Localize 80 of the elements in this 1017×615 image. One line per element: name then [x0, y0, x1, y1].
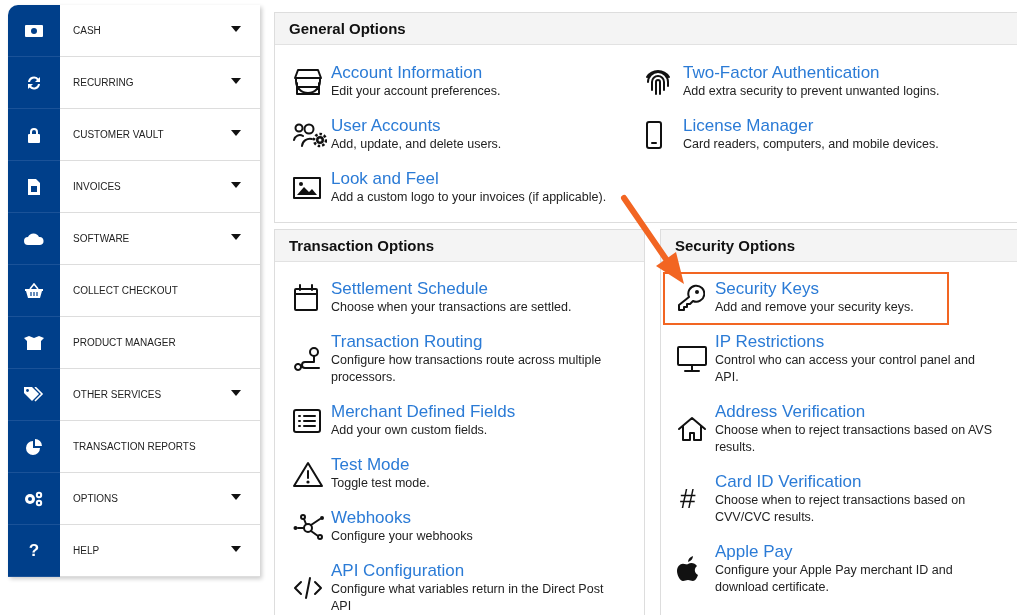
option-description: Add a custom logo to your invoices (if applicable).: [331, 189, 608, 206]
sidebar-item[interactable]: ? HELP: [8, 525, 260, 577]
warning-icon: [293, 460, 323, 487]
hash-icon: #: [677, 485, 696, 513]
option-link[interactable]: Test Mode: [331, 455, 410, 475]
caret-icon: [231, 389, 241, 396]
option-link[interactable]: Settlement Schedule: [331, 279, 488, 299]
option-link[interactable]: Webhooks: [331, 508, 411, 528]
option-description: Choose when to reject transactions based on CVV/CVC results.: [715, 492, 967, 526]
option-description: Add your own custom fields.: [331, 422, 489, 439]
option-description: Configure what variables return in the Direct Post API: [331, 581, 605, 615]
option-description: Add, update, and delete users.: [331, 136, 503, 153]
option-description: Add and remove your security keys.: [715, 299, 915, 316]
code-icon: [293, 576, 323, 600]
list-icon: [293, 408, 321, 433]
phone-icon: [645, 120, 663, 149]
fingerprint-icon: [645, 67, 671, 96]
sidebar-item[interactable]: OPTIONS: [8, 473, 260, 525]
panel-title: General Options: [275, 13, 1017, 45]
panel-title: Security Options: [661, 230, 1017, 262]
basket-icon: [25, 283, 43, 298]
option-link[interactable]: License Manager: [683, 116, 814, 136]
option-link[interactable]: Two-Factor Authentication: [683, 63, 880, 83]
option-link[interactable]: Transaction Routing: [331, 332, 483, 352]
tags-icon: [24, 386, 44, 403]
help-icon: ?: [28, 542, 40, 559]
option-description: Configure your webhooks: [331, 528, 474, 545]
storefront-icon: [293, 67, 323, 96]
caret-icon: [231, 129, 241, 136]
apple-icon: [677, 556, 699, 582]
route-icon: [293, 346, 321, 372]
option-description: Configure how transactions route across multiple processors.: [331, 352, 603, 386]
pie-chart-icon: [26, 438, 42, 455]
image-icon: [293, 176, 321, 199]
option-link[interactable]: Account Information: [331, 63, 483, 83]
option-description: Control who can access your control panel and API.: [715, 352, 976, 386]
option-link[interactable]: Merchant Defined Fields: [331, 402, 516, 422]
option-description: Card readers, computers, and mobile devices.: [683, 136, 940, 153]
option-description: Configure your Apple Pay merchant ID and download certificate.: [715, 562, 954, 596]
lock-icon: [27, 126, 41, 143]
option-link[interactable]: Security Keys: [715, 279, 819, 299]
sidebar-item[interactable]: INVOICES: [8, 161, 260, 213]
sidebar-item[interactable]: CUSTOMER VAULT: [8, 109, 260, 161]
option-link[interactable]: Card ID Verification: [715, 472, 862, 492]
panel-title: Transaction Options: [275, 230, 644, 262]
sidebar-item[interactable]: RECURRING: [8, 57, 260, 109]
sidebar-item[interactable]: OTHER SERVICES: [8, 369, 260, 421]
caret-icon: [231, 181, 241, 188]
users-gear-icon: [293, 121, 327, 148]
option-description: Choose when to reject transactions based on AVS results.: [715, 422, 994, 456]
sidebar-item[interactable]: TRANSACTION REPORTS: [8, 421, 260, 473]
house-icon: [677, 416, 707, 442]
sync-icon: [26, 74, 42, 91]
option-link[interactable]: API Configuration: [331, 561, 465, 581]
option-description: Choose when your transactions are settled.: [331, 299, 573, 316]
sidebar-item[interactable]: SOFTWARE: [8, 213, 260, 265]
caret-icon: [231, 77, 241, 84]
option-description: Toggle test mode.: [331, 475, 431, 492]
caret-icon: [231, 233, 241, 240]
calendar-icon: [293, 283, 319, 312]
option-link[interactable]: Address Verification: [715, 402, 866, 422]
invoice-icon: [28, 178, 40, 195]
gears-icon: [24, 490, 44, 507]
cloud-icon: [24, 232, 44, 245]
sidebar-item[interactable]: CASH: [8, 5, 260, 57]
option-description: Edit your account preferences.: [331, 83, 502, 100]
caret-icon: [231, 493, 241, 500]
key-icon: [677, 283, 705, 312]
caret-icon: [231, 25, 241, 32]
option-description: Add extra security to prevent unwanted logins.: [683, 83, 941, 100]
option-link[interactable]: Apple Pay: [715, 542, 793, 562]
monitor-icon: [677, 345, 707, 373]
caret-icon: [231, 545, 241, 552]
banknote-icon: [25, 24, 43, 37]
sidebar-item[interactable]: PRODUCT MANAGER: [8, 317, 260, 369]
network-nodes-icon: [293, 513, 325, 540]
option-link[interactable]: Look and Feel: [331, 169, 439, 189]
sidebar-item[interactable]: COLLECT CHECKOUT: [8, 265, 260, 317]
option-link[interactable]: IP Restrictions: [715, 332, 825, 352]
option-link[interactable]: User Accounts: [331, 116, 441, 136]
